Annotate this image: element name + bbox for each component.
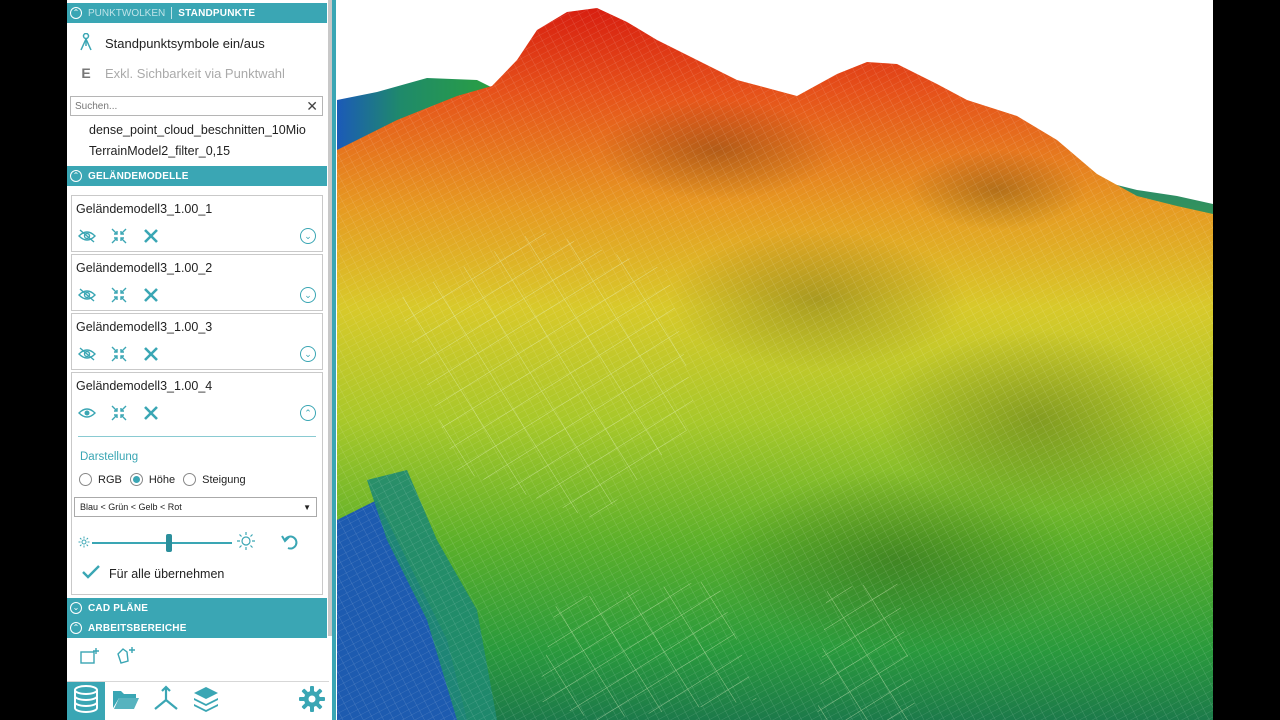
radio-circle-selected	[129, 473, 143, 486]
divider	[78, 436, 316, 437]
model-card-3: Geländemodell3_1.00_3 ⌄	[71, 313, 323, 370]
apply-to-all-label: Für alle übernehmen	[109, 566, 225, 581]
zoom-to-extent-icon[interactable]	[109, 344, 129, 364]
terrain-render	[337, 8, 1213, 720]
chevron-down-icon[interactable]: ⌄	[300, 228, 316, 244]
display-label: Darstellung	[80, 451, 139, 463]
tab-point-clouds[interactable]: PUNKTWOLKEN	[88, 8, 165, 19]
display-mode-radio-group: RGB Höhe Steigung	[79, 473, 246, 486]
radio-height-label: Höhe	[148, 473, 176, 486]
eye-icon[interactable]	[77, 403, 97, 423]
eye-off-icon[interactable]	[77, 226, 97, 246]
clear-search-icon[interactable]: ✕	[306, 98, 318, 115]
chevron-down-icon[interactable]: ⌄	[300, 346, 316, 362]
slider-track[interactable]	[92, 542, 232, 544]
point-cloud-item-2[interactable]: TerrainModel2_filter_0,15	[89, 144, 230, 158]
dropdown-arrow-icon: ▼	[303, 502, 311, 512]
add-polygon-area-icon[interactable]	[115, 646, 137, 671]
expand-icon: ⌄	[70, 602, 82, 614]
3d-viewport[interactable]	[337, 0, 1213, 720]
zoom-to-extent-icon[interactable]	[109, 403, 129, 423]
brightness-low-icon	[78, 535, 90, 553]
collapse-icon: ⌃	[70, 622, 82, 634]
model-card-4-expanded: Geländemodell3_1.00_4 ⌃ Darstellung RGB …	[71, 372, 323, 595]
section-title-cad: CAD PLÄNE	[88, 602, 149, 614]
section-title-workspaces: ARBEITSBEREICHE	[88, 622, 187, 634]
folder-tab[interactable]	[107, 682, 145, 720]
axes-icon	[152, 685, 180, 718]
section-header-workspaces[interactable]: ⌃ ARBEITSBEREICHE	[67, 618, 327, 638]
exclusive-letter-icon: E	[81, 65, 91, 81]
remove-icon[interactable]	[141, 403, 161, 423]
model-name: Geländemodell3_1.00_3	[76, 320, 213, 334]
collapse-icon: ⌃	[70, 7, 82, 19]
model-card-1: Geländemodell3_1.00_1 ⌄	[71, 195, 323, 252]
eye-off-icon[interactable]	[77, 285, 97, 305]
layers-icon	[192, 685, 220, 718]
colormap-value: Blau < Grün < Gelb < Rot	[80, 502, 182, 512]
point-cloud-item-1[interactable]: dense_point_cloud_beschnitten_10Mio	[89, 123, 306, 137]
checkmark-icon	[82, 565, 100, 582]
model-name: Geländemodell3_1.00_1	[76, 202, 213, 216]
search-placeholder: Suchen...	[75, 100, 118, 112]
tripod-icon	[77, 32, 95, 54]
bottom-navigation	[67, 681, 329, 720]
section-header-point-clouds[interactable]: ⌃ PUNKTWOLKEN STANDPUNKTE	[67, 3, 327, 23]
brightness-high-icon	[236, 531, 256, 556]
app-window: ⌃ PUNKTWOLKEN STANDPUNKTE Standpunktsymb…	[67, 0, 1213, 720]
radio-rgb[interactable]: RGB	[79, 473, 122, 486]
database-tab[interactable]	[67, 682, 105, 720]
model-card-2: Geländemodell3_1.00_2 ⌄	[71, 254, 323, 311]
radio-circle	[183, 473, 197, 486]
chevron-up-icon[interactable]: ⌃	[300, 405, 316, 421]
chevron-down-icon[interactable]: ⌄	[300, 287, 316, 303]
axes-tab[interactable]	[147, 682, 185, 720]
radio-height[interactable]: Höhe	[129, 473, 176, 486]
radio-slope[interactable]: Steigung	[183, 473, 246, 486]
section-header-cad[interactable]: ⌄ CAD PLÄNE	[67, 598, 327, 618]
apply-to-all-button[interactable]: Für alle übernehmen	[82, 565, 224, 582]
tab-standpoints[interactable]: STANDPUNKTE	[178, 8, 255, 19]
brightness-slider-row	[78, 531, 318, 555]
add-rectangle-area-icon[interactable]	[80, 647, 100, 670]
zoom-to-extent-icon[interactable]	[109, 226, 129, 246]
model-name: Geländemodell3_1.00_4	[76, 379, 213, 393]
gear-icon	[298, 685, 326, 718]
brightness-slider[interactable]	[166, 534, 172, 552]
divider	[171, 7, 173, 19]
reset-icon[interactable]	[280, 532, 300, 557]
folder-icon	[112, 688, 140, 715]
radio-rgb-label: RGB	[98, 473, 122, 486]
layers-tab[interactable]	[187, 682, 225, 720]
search-input[interactable]: Suchen... ✕	[70, 96, 323, 116]
sidebar-splitter[interactable]	[332, 0, 336, 720]
radio-slope-label: Steigung	[202, 473, 246, 486]
model-name: Geländemodell3_1.00_2	[76, 261, 213, 275]
colormap-dropdown[interactable]: Blau < Grün < Gelb < Rot ▼	[74, 497, 317, 517]
toggle-standpoint-symbols[interactable]: Standpunktsymbole ein/aus	[77, 31, 265, 55]
collapse-icon: ⌃	[70, 170, 82, 182]
settings-tab[interactable]	[293, 682, 331, 720]
sidebar: ⌃ PUNKTWOLKEN STANDPUNKTE Standpunktsymb…	[67, 0, 335, 720]
section-header-terrain-models[interactable]: ⌃ GELÄNDEMODELLE	[67, 166, 327, 186]
exclusive-visibility-label: Exkl. Sichbarkeit via Punktwahl	[105, 65, 285, 81]
database-icon	[73, 685, 99, 718]
eye-off-icon[interactable]	[77, 344, 97, 364]
exclusive-visibility-option[interactable]: E Exkl. Sichbarkeit via Punktwahl	[77, 61, 285, 85]
radio-circle	[79, 473, 92, 486]
remove-icon[interactable]	[141, 285, 161, 305]
zoom-to-extent-icon[interactable]	[109, 285, 129, 305]
remove-icon[interactable]	[141, 344, 161, 364]
section-title-terrain-models: GELÄNDEMODELLE	[88, 170, 189, 182]
toggle-standpoint-symbols-label: Standpunktsymbole ein/aus	[105, 35, 265, 51]
remove-icon[interactable]	[141, 226, 161, 246]
